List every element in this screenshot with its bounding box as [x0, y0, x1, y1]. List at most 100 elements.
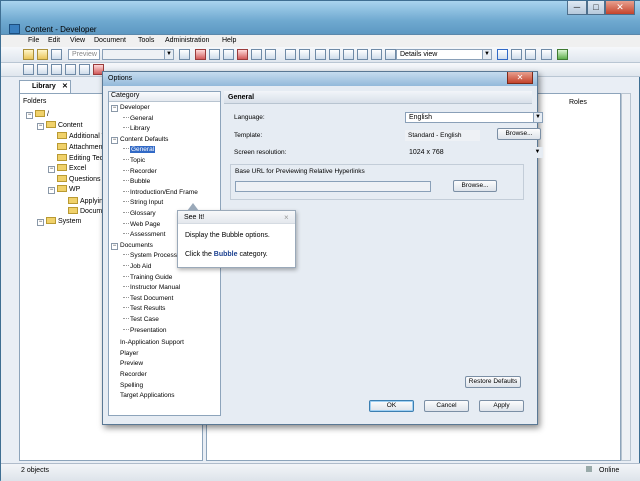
close-icon[interactable]: ✕: [62, 82, 68, 90]
new-section-icon[interactable]: [51, 64, 62, 75]
category-item[interactable]: Recorder: [123, 168, 157, 175]
tooltip-bubble-link[interactable]: Bubble: [214, 251, 238, 258]
folder-tree-item[interactable]: Attachments: [48, 142, 108, 151]
expand-icon[interactable]: −: [48, 186, 55, 194]
copy-icon[interactable]: [209, 49, 220, 60]
category-item[interactable]: Instructor Manual: [123, 284, 180, 291]
category-item[interactable]: General: [123, 146, 156, 154]
expand-icon[interactable]: −: [26, 112, 33, 119]
folder-tree-item[interactable]: − WP: [48, 184, 80, 194]
category-item[interactable]: Spelling: [111, 380, 143, 389]
category-item[interactable]: Glossary: [123, 210, 156, 217]
browse-baseurl-button[interactable]: Browse...: [453, 180, 497, 192]
category-item[interactable]: Training Guide: [123, 274, 172, 281]
new-folder-icon[interactable]: [23, 64, 34, 75]
category-item[interactable]: Player: [111, 348, 138, 357]
category-item[interactable]: Test Document: [123, 295, 173, 302]
new-module-icon[interactable]: [37, 64, 48, 75]
outdent-icon[interactable]: [329, 49, 340, 60]
category-item[interactable]: Web Page: [123, 221, 160, 228]
category-item[interactable]: Assessment: [123, 231, 165, 238]
category-item[interactable]: String Input: [123, 199, 163, 206]
expand-icon[interactable]: −: [111, 136, 118, 144]
cut-icon[interactable]: [195, 49, 206, 60]
print-icon[interactable]: [179, 49, 190, 60]
category-item[interactable]: Introduction/End Frame: [123, 189, 198, 196]
save-icon[interactable]: [51, 49, 62, 60]
category-item[interactable]: − Content Defaults: [111, 136, 168, 144]
vertical-scrollbar[interactable]: [621, 93, 631, 461]
tab-library[interactable]: Library ✕: [19, 80, 71, 93]
layout-details-icon[interactable]: [497, 49, 508, 60]
check-icon[interactable]: [371, 49, 382, 60]
expand-icon[interactable]: −: [48, 165, 55, 173]
refresh-icon[interactable]: [557, 49, 568, 60]
new-icon[interactable]: [23, 49, 34, 60]
folder-tree-item[interactable]: − Content: [37, 120, 83, 130]
category-item[interactable]: Test Case: [123, 316, 159, 323]
category-item[interactable]: Job Aid: [123, 263, 151, 270]
undo-icon[interactable]: [285, 49, 296, 60]
new-topic-icon[interactable]: [65, 64, 76, 75]
category-item[interactable]: Recorder: [111, 369, 147, 378]
folder-tree-item[interactable]: − System: [37, 217, 81, 226]
resolution-select[interactable]: 1024 x 768 ▼: [405, 147, 543, 158]
ok-button[interactable]: OK: [369, 400, 414, 412]
find-icon[interactable]: [251, 49, 262, 60]
category-item[interactable]: Library: [123, 125, 150, 132]
category-item[interactable]: Preview: [111, 358, 143, 367]
spelling-icon[interactable]: [357, 49, 368, 60]
dialog-close-button[interactable]: ✕: [507, 72, 533, 84]
menu-help[interactable]: Help: [222, 37, 236, 44]
menu-administration[interactable]: Administration: [165, 37, 209, 44]
paste-icon[interactable]: [223, 49, 234, 60]
search-icon[interactable]: [343, 49, 354, 60]
tooltip-close-icon[interactable]: ×: [284, 213, 289, 222]
category-item[interactable]: Topic: [123, 157, 145, 164]
menu-document[interactable]: Document: [94, 37, 126, 44]
open-icon[interactable]: [37, 49, 48, 60]
layout-columns-icon[interactable]: [525, 49, 536, 60]
category-item[interactable]: General: [123, 115, 153, 122]
record-icon[interactable]: [79, 64, 90, 75]
layout-split-icon[interactable]: [511, 49, 522, 60]
category-item[interactable]: System Process: [123, 252, 177, 259]
menu-view[interactable]: View: [70, 37, 85, 44]
publish-icon[interactable]: [385, 49, 396, 60]
expand-icon[interactable]: −: [111, 105, 118, 112]
category-item[interactable]: In-Application Support: [111, 337, 184, 346]
browse-template-button[interactable]: Browse...: [497, 128, 541, 140]
category-item[interactable]: Test Results: [123, 305, 165, 312]
maximize-button[interactable]: □: [587, 1, 605, 15]
style-combo[interactable]: ▼: [102, 49, 174, 60]
panel-icon[interactable]: [541, 49, 552, 60]
redo-icon[interactable]: [299, 49, 310, 60]
category-item[interactable]: − Documents: [111, 242, 153, 250]
menu-file[interactable]: File: [28, 37, 39, 44]
language-select[interactable]: English ▼: [405, 112, 543, 123]
close-button[interactable]: ✕: [605, 1, 635, 15]
title-bar[interactable]: Content - Developer ─ □ ✕: [1, 1, 640, 35]
expand-icon[interactable]: −: [111, 242, 118, 250]
category-item[interactable]: Presentation: [123, 327, 167, 334]
menu-edit[interactable]: Edit: [48, 37, 60, 44]
folder-tree-item[interactable]: − Excel: [48, 163, 86, 173]
minimize-button[interactable]: ─: [567, 1, 587, 15]
category-item[interactable]: − Developer: [111, 104, 150, 112]
menu-tools[interactable]: Tools: [138, 37, 154, 44]
expand-icon[interactable]: −: [37, 219, 44, 226]
category-item[interactable]: Bubble: [123, 178, 150, 185]
category-item[interactable]: Target Applications: [111, 390, 175, 399]
view-combo[interactable]: Details view ▼: [396, 49, 492, 60]
expand-icon[interactable]: −: [37, 122, 44, 130]
dialog-title-bar[interactable]: Options: [103, 72, 537, 86]
baseurl-input[interactable]: [235, 181, 431, 192]
restore-defaults-button[interactable]: Restore Defaults: [465, 376, 521, 388]
properties-icon[interactable]: [265, 49, 276, 60]
delete-icon[interactable]: [237, 49, 248, 60]
preview-button[interactable]: Preview: [68, 49, 100, 60]
indent-icon[interactable]: [315, 49, 326, 60]
folder-tree-item[interactable]: − /: [26, 110, 49, 119]
apply-button[interactable]: Apply: [479, 400, 524, 412]
cancel-button[interactable]: Cancel: [424, 400, 469, 412]
